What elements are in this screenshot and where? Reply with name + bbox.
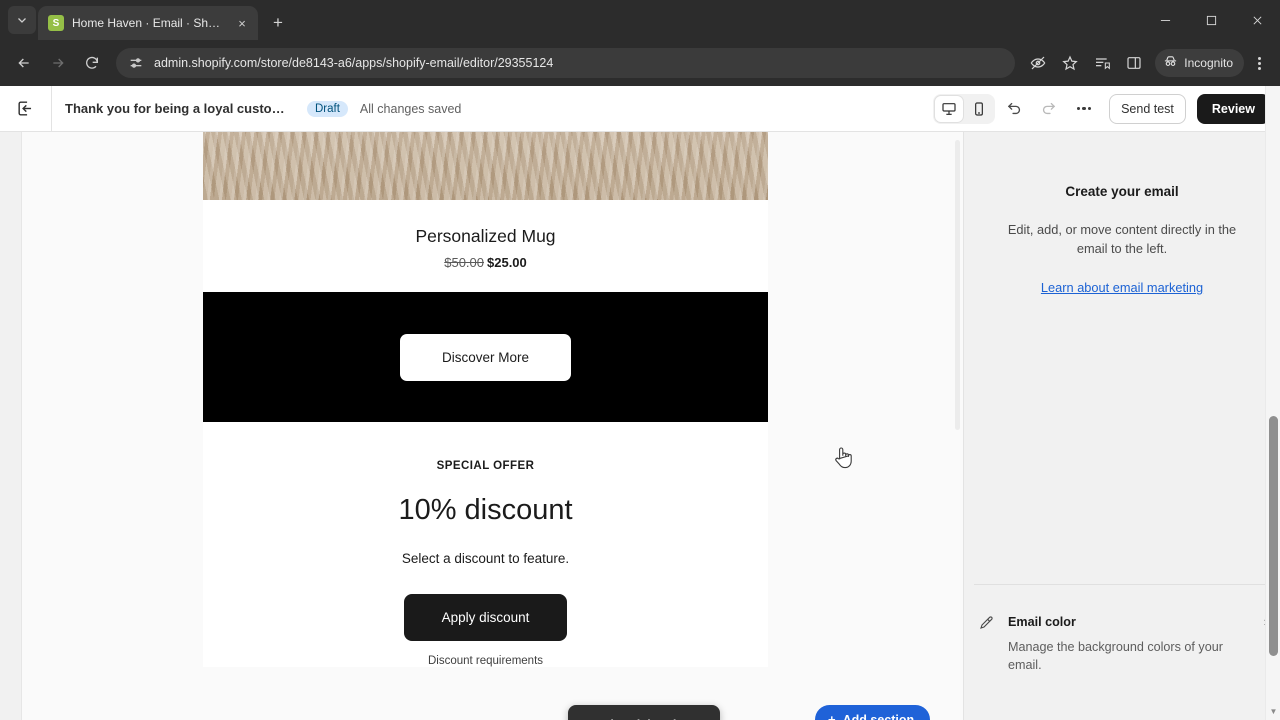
close-icon[interactable]: ×: [234, 15, 250, 31]
sidebar-title: Create your email: [1065, 184, 1179, 199]
back-arrow-icon[interactable]: [8, 47, 40, 79]
address-bar[interactable]: admin.shopify.com/store/de8143-a6/apps/s…: [116, 48, 1016, 78]
page-scrollbar-thumb[interactable]: [1269, 416, 1278, 656]
toolbar-actions: Incognito: [1023, 48, 1272, 78]
app-header-left: Thank you for being a loyal custome… Dra…: [52, 100, 462, 117]
mobile-icon[interactable]: [965, 96, 993, 122]
discount-requirements-label[interactable]: Discount requirements: [203, 655, 768, 667]
send-test-button[interactable]: Send test: [1109, 93, 1186, 124]
browser-chrome: S Home Haven · Email · Shopify × + admin…: [0, 0, 1280, 86]
app-header: Thank you for being a loyal custome… Dra…: [0, 85, 1280, 132]
add-section-button[interactable]: + Add section: [815, 705, 931, 720]
sidebar-item-label: Email color: [1008, 615, 1076, 629]
sidebar-item-body: Email color Manage the background colors…: [1008, 613, 1252, 675]
sidebar-description: Edit, add, or move content directly in t…: [1007, 222, 1237, 256]
kebab-menu-icon[interactable]: [1246, 48, 1272, 78]
product-price: $50.00 $25.00: [203, 255, 768, 270]
forward-arrow-icon: [42, 47, 74, 79]
page-scrollbar[interactable]: ▼: [1265, 86, 1280, 720]
email-canvas-area[interactable]: Personalized Mug $50.00 $25.00 Discover M…: [22, 132, 963, 720]
canvas-scrollbar[interactable]: [953, 132, 963, 720]
browser-tab[interactable]: S Home Haven · Email · Shopify ×: [38, 6, 258, 40]
offer-heading: 10% discount: [398, 494, 573, 526]
sidebar-divider: [974, 584, 1270, 585]
add-section-label: Add section: [842, 712, 915, 720]
minimize-icon[interactable]: [1142, 0, 1188, 40]
discount-section[interactable]: SPECIAL OFFER 10% discount Select a disc…: [203, 422, 768, 667]
price-original: $50.00: [444, 255, 484, 270]
save-status-text: All changes saved: [359, 101, 462, 116]
new-tab-button[interactable]: +: [264, 9, 292, 37]
tab-strip: S Home Haven · Email · Shopify × +: [0, 0, 1280, 40]
undo-icon[interactable]: [999, 94, 1029, 124]
reload-icon[interactable]: [76, 47, 108, 79]
profile-incognito-button[interactable]: Incognito: [1155, 49, 1244, 77]
redo-icon: [1033, 94, 1063, 124]
maximize-icon[interactable]: [1188, 0, 1234, 40]
window-controls: [1142, 0, 1280, 40]
shopify-bag-icon: S: [48, 15, 64, 31]
url-text: admin.shopify.com/store/de8143-a6/apps/s…: [154, 56, 554, 70]
cta-section[interactable]: Discover More: [203, 292, 768, 422]
offer-kicker: SPECIAL OFFER: [436, 460, 535, 472]
tab-title: Home Haven · Email · Shopify: [72, 16, 226, 30]
side-panel-icon[interactable]: [1119, 48, 1149, 78]
incognito-icon: [1163, 54, 1178, 72]
sidebar-item-email-color[interactable]: Email color Manage the background colors…: [978, 613, 1268, 675]
profile-label: Incognito: [1184, 56, 1233, 70]
editor-body: Personalized Mug $50.00 $25.00 Discover M…: [0, 132, 1280, 720]
product-name: Personalized Mug: [415, 226, 556, 246]
app-header-right: Send test Review: [933, 93, 1270, 124]
discover-more-button[interactable]: Discover More: [399, 333, 572, 381]
left-rail: [0, 132, 22, 720]
page-title: Thank you for being a loyal custome…: [65, 101, 295, 116]
mouse-cursor-pointer: [835, 447, 852, 469]
product-image[interactable]: [203, 132, 768, 200]
device-preview-toggle: [933, 93, 996, 124]
canvas-scrollbar-thumb[interactable]: [955, 140, 960, 430]
toast-notification: Section deleted. ×: [568, 705, 720, 720]
right-sidebar: Create your email Edit, add, or move con…: [963, 132, 1280, 720]
status-badge: Draft: [307, 100, 348, 117]
desktop-icon[interactable]: [935, 95, 964, 122]
close-icon[interactable]: [1234, 0, 1280, 40]
browser-toolbar: admin.shopify.com/store/de8143-a6/apps/s…: [0, 40, 1280, 86]
more-horizontal-icon[interactable]: [1069, 94, 1099, 124]
scroll-down-arrow-icon[interactable]: ▼: [1266, 704, 1280, 718]
tune-icon[interactable]: [128, 55, 144, 71]
offer-subtext: Select a discount to feature.: [401, 551, 570, 566]
reading-list-icon[interactable]: [1087, 48, 1117, 78]
sidebar-item-description: Manage the background colors of your ema…: [1008, 640, 1223, 673]
product-block[interactable]: Personalized Mug $50.00 $25.00: [203, 200, 768, 292]
exit-icon[interactable]: [0, 85, 52, 132]
learn-email-marketing-link[interactable]: Learn about email marketing: [1041, 280, 1203, 295]
star-icon[interactable]: [1055, 48, 1085, 78]
apply-discount-button[interactable]: Apply discount: [403, 594, 568, 641]
paint-brush-icon: [978, 613, 996, 675]
email-preview[interactable]: Personalized Mug $50.00 $25.00 Discover M…: [203, 132, 768, 667]
price-sale: $25.00: [487, 255, 527, 270]
review-button[interactable]: Review: [1196, 93, 1270, 124]
sidebar-empty-state: Create your email Edit, add, or move con…: [964, 132, 1280, 297]
tab-search-icon[interactable]: [8, 6, 36, 34]
plus-icon: +: [828, 712, 836, 720]
eye-slash-icon[interactable]: [1023, 48, 1053, 78]
